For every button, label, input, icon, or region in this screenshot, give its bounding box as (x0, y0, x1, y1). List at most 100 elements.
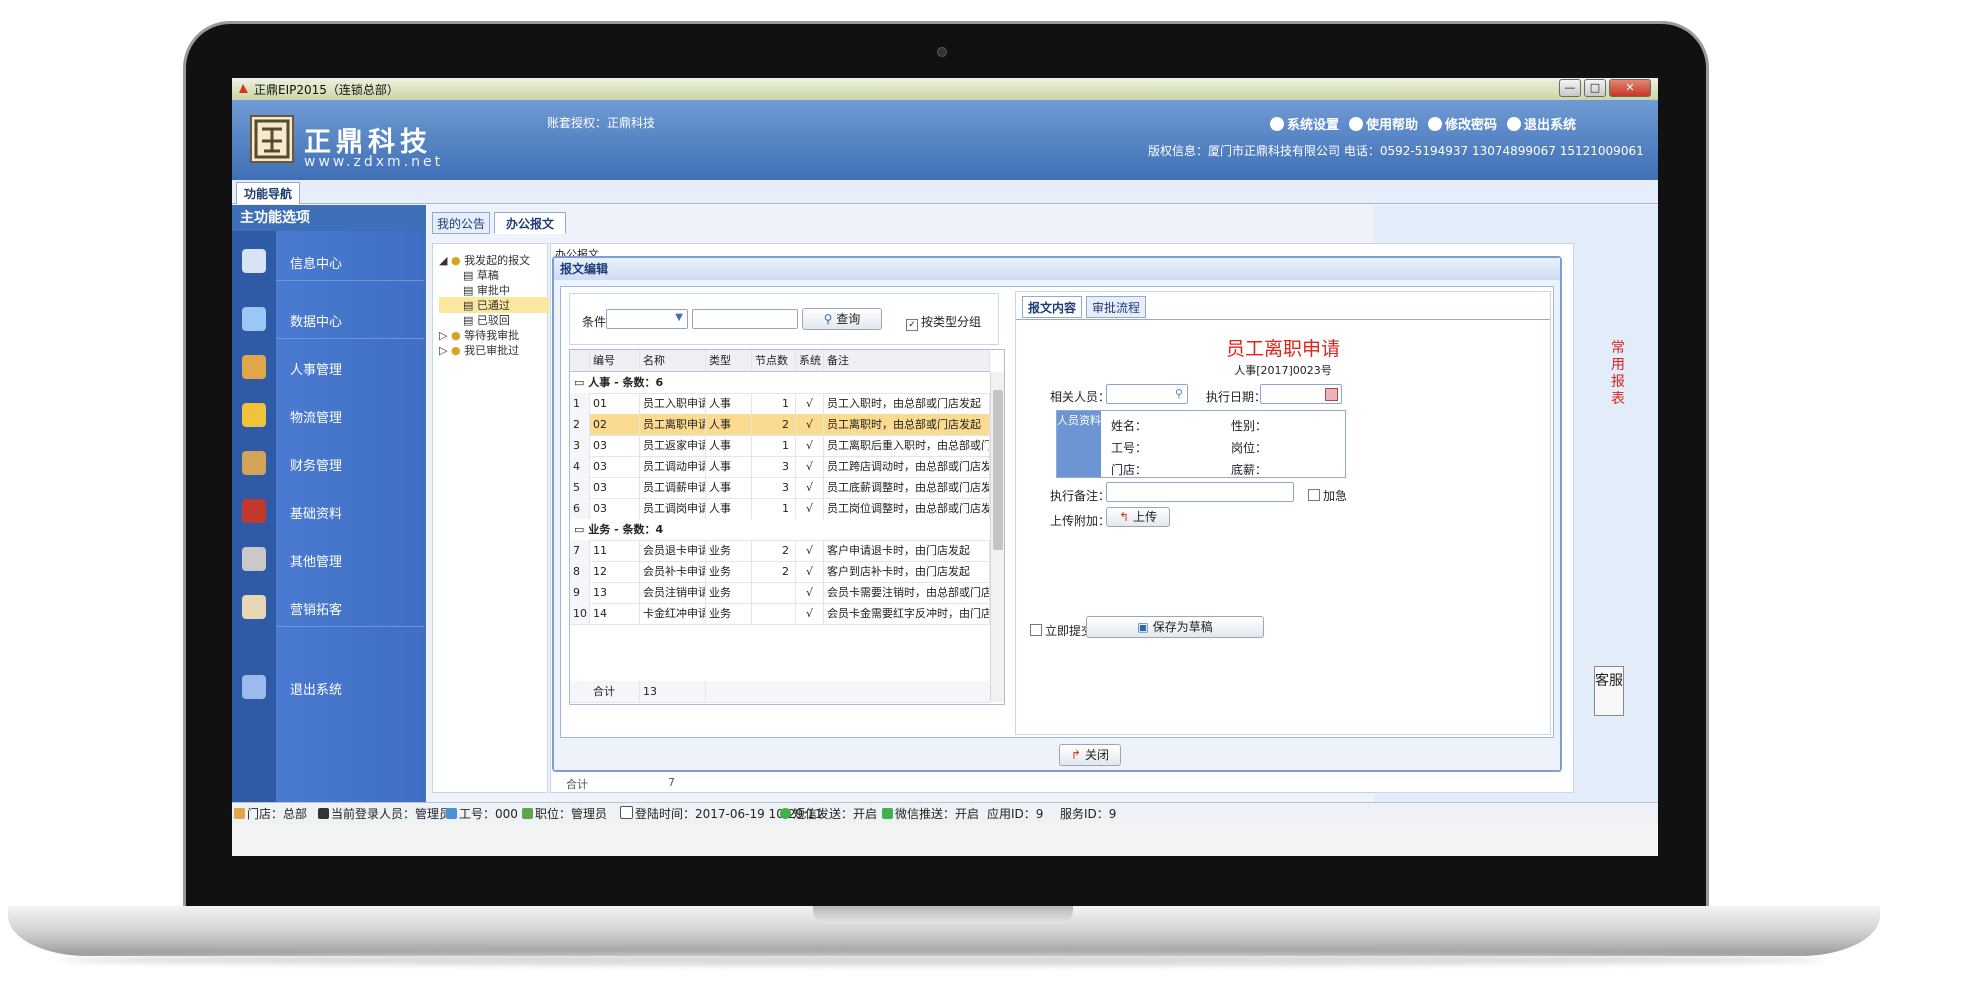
cell-name: 员工离职申请 (640, 414, 706, 435)
exec-remark-input[interactable] (1106, 482, 1294, 502)
sidebar-item-basic-data[interactable]: 基础资料 (232, 491, 426, 531)
tab-office-docs[interactable]: 办公报文 (494, 212, 566, 234)
collapse-icon[interactable]: ▭ (574, 376, 588, 389)
change-password-link[interactable]: 修改密码 (1428, 114, 1497, 133)
chevron-down-icon: ▼ (675, 312, 683, 323)
cell-note: 客户申请退卡时，由门店发起 (824, 540, 990, 561)
tree-node-draft[interactable]: ▤ 草稿 (463, 267, 499, 283)
keyword-input[interactable] (692, 309, 798, 329)
checkbox-checked-icon: ✓ (906, 319, 918, 331)
table-group-row[interactable]: ▭ 人事 - 条数：6 (570, 372, 990, 394)
cell-type: 人事 (706, 414, 752, 435)
table-row[interactable]: 6 03 员工调岗申请 人事 1 √ 员工岗位调整时，由总部或门店发起 (570, 498, 990, 520)
close-window-button[interactable]: ✕ (1609, 79, 1651, 97)
col-system[interactable]: 系统 (796, 350, 824, 371)
tab-function-nav[interactable]: 功能导航 (236, 182, 300, 204)
col-remark[interactable]: 备注 (824, 350, 990, 371)
coffee-icon (242, 595, 266, 619)
cell-nodes: 3 (752, 477, 796, 498)
cell-code: 03 (590, 435, 640, 456)
save-draft-button[interactable]: ▣ 保存为草稿 (1086, 616, 1264, 638)
search-button[interactable]: ⚲ 查询 (802, 308, 882, 330)
condition-select[interactable]: ▼ (606, 309, 688, 329)
tab-my-notices[interactable]: 我的公告 (432, 212, 490, 234)
office-doc-list-footer: 合计 7 (556, 776, 1566, 792)
customer-service-button[interactable]: 客服 (1594, 666, 1624, 716)
col-code[interactable]: 编号 (590, 350, 640, 371)
minimize-button[interactable]: — (1559, 79, 1581, 97)
sms-icon (780, 808, 791, 819)
table-row[interactable]: 7 11 会员退卡申请 业务 2 √ 客户申请退卡时，由门店发起 (570, 540, 990, 562)
cell-name: 会员退卡申请 (640, 540, 706, 561)
col-nodes[interactable]: 节点数 (752, 350, 796, 371)
group-by-type-checkbox[interactable]: ✓ 按类型分组 (906, 313, 981, 331)
table-row[interactable]: 913会员注销申请业务 √会员卡需要注销时，由总部或门店发起 (570, 582, 990, 604)
common-reports-link[interactable]: 常用报表 (1611, 340, 1627, 408)
sidebar-item-logistics[interactable]: 物流管理 (232, 395, 426, 435)
table-row[interactable]: 3 03 员工返家申请 人事 1 √ 员工离职后重入职时，由总部或门店 (570, 435, 990, 457)
cell-note: 会员卡需要注销时，由总部或门店发起 (824, 582, 990, 603)
copyright-info: 版权信息：厦门市正鼎科技有限公司 电话：0592-5194937 1307489… (1148, 144, 1644, 158)
exec-date-label: 执行日期： (1206, 390, 1267, 404)
sidebar-item-other[interactable]: 其他管理 (232, 539, 426, 579)
envelope-icon (242, 249, 266, 273)
tab-doc-content[interactable]: 报文内容 (1022, 296, 1082, 318)
maximize-button[interactable]: □ (1584, 79, 1606, 97)
save-disk-icon: ▣ (1137, 620, 1149, 634)
system-settings-link[interactable]: 系统设置 (1270, 114, 1339, 133)
tree-node-approved-by-me[interactable]: ▷ ● 我已审批过 (439, 342, 519, 358)
sidebar-item-marketing[interactable]: 营销拓客 (232, 587, 426, 627)
cell-note: 员工离职后重入职时，由总部或门店 (824, 435, 990, 456)
scroll-thumb[interactable] (993, 390, 1003, 550)
table-row[interactable]: 5 03 员工调薪申请 人事 3 √ 员工底薪调整时，由总部或门店发起 (570, 477, 990, 499)
logout-link[interactable]: 退出系统 (1507, 114, 1576, 133)
sidebar-item-info-center[interactable]: 信息中心 (232, 241, 426, 281)
table-row[interactable]: 1 01 员工入职申请 人事 1 √ 员工入职时，由总部或门店发起 (570, 393, 990, 415)
sidebar-item-exit[interactable]: 退出系统 (232, 667, 426, 707)
tree-node-pending[interactable]: ▤ 审批中 (463, 282, 510, 298)
table-row[interactable]: 1014卡金红冲申请业务 √会员卡金需要红字反冲时，由门店发起 (570, 603, 990, 625)
sidebar-item-finance[interactable]: 财务管理 (232, 443, 426, 483)
sidebar-item-data-center[interactable]: 数据中心 (232, 299, 426, 339)
cell-sys: √ (796, 498, 824, 519)
tab-approval-flow[interactable]: 审批流程 (1086, 296, 1146, 318)
cell-nodes: 1 (752, 393, 796, 414)
cell-code: 13 (590, 582, 640, 603)
cell-sys: √ (796, 435, 824, 456)
dialog-footer: ↱ 关闭 (554, 740, 1560, 770)
cell-n: 10 (570, 603, 590, 624)
cell-name: 会员补卡申请 (640, 561, 706, 582)
table-row[interactable]: 8 12 会员补卡申请 业务 2 √ 客户到店补卡时，由门店发起 (570, 561, 990, 583)
store-label: 门店： (1111, 463, 1148, 477)
cell-note: 员工入职时，由总部或门店发起 (824, 393, 990, 414)
col-type[interactable]: 类型 (706, 350, 752, 371)
cell-n: 7 (570, 540, 590, 561)
tree-node-my-docs[interactable]: ◢ ● 我发起的报文 (439, 252, 530, 268)
exec-date-input[interactable] (1260, 384, 1342, 404)
close-button[interactable]: ↱ 关闭 (1059, 744, 1121, 766)
col-name[interactable]: 名称 (640, 350, 706, 371)
related-person-input[interactable]: ⚲ (1106, 384, 1188, 404)
app-screen: 正鼎EIP2015（连锁总部） — □ ✕ 正鼎科技 www.zdxm.net … (232, 78, 1658, 856)
tree-node-approved[interactable]: ▤ 已通过 (439, 297, 549, 313)
collapse-icon[interactable]: ▭ (574, 523, 588, 536)
upload-button[interactable]: ↰ 上传 (1106, 507, 1170, 527)
laptop-notch (813, 906, 1073, 924)
tree-node-rejected[interactable]: ▤ 已驳回 (463, 312, 510, 328)
table-row[interactable]: 4 03 员工调动申请 人事 3 √ 员工跨店调动时，由总部或门店发起 (570, 456, 990, 478)
sidebar-item-hr[interactable]: 人事管理 (232, 347, 426, 387)
table-scrollbar[interactable] (990, 372, 1004, 702)
tree-node-awaiting-me[interactable]: ▷ ● 等待我审批 (439, 327, 519, 343)
help-link[interactable]: 使用帮助 (1349, 114, 1418, 133)
table-row[interactable]: 2 02 员工离职申请 人事 2 √ 员工离职时，由总部或门店发起 (570, 414, 990, 436)
cell-nodes: 2 (752, 540, 796, 561)
urgent-checkbox[interactable]: 加急 (1308, 487, 1347, 504)
cell-type: 业务 (706, 561, 752, 582)
cell-type: 人事 (706, 435, 752, 456)
home-icon (234, 808, 245, 819)
submit-now-checkbox[interactable]: 立即提交 (1030, 622, 1093, 639)
table-group-row[interactable]: ▭ 业务 - 条数：4 (570, 519, 990, 541)
cell-sys: √ (796, 582, 824, 603)
doc-number: 人事[2017]0023号 (1234, 364, 1332, 377)
group-label: 人事 - 条数：6 (588, 376, 664, 389)
